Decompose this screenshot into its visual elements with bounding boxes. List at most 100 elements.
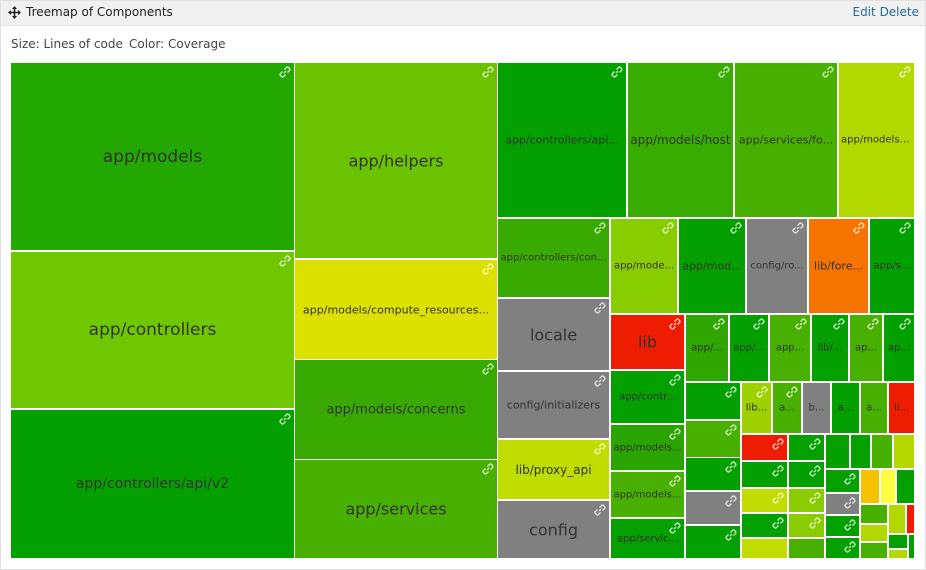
treemap-tile[interactable]: app/controllers/api... xyxy=(497,62,627,218)
treemap-tile[interactable]: app/models... xyxy=(610,424,685,471)
treemap-tile[interactable] xyxy=(880,469,896,504)
widget-title: Treemap of Components xyxy=(26,5,173,19)
treemap-tile[interactable]: app/services xyxy=(294,459,498,559)
tile-label: app/... xyxy=(691,342,723,354)
treemap-tile[interactable]: app/models... xyxy=(610,471,685,518)
treemap-tile[interactable] xyxy=(741,461,788,488)
treemap-tile[interactable]: app/helpers xyxy=(294,62,498,259)
treemap-tile[interactable]: lib/fore... xyxy=(808,218,869,314)
treemap-tile[interactable]: app/s... xyxy=(869,218,915,314)
tile-label: config xyxy=(529,520,578,539)
treemap-tile[interactable] xyxy=(860,542,888,559)
treemap-tile[interactable] xyxy=(741,538,788,559)
tile-label: app/s... xyxy=(873,260,911,272)
treemap-tile[interactable] xyxy=(893,434,915,469)
treemap-tile[interactable] xyxy=(825,515,860,537)
treemap-tile[interactable] xyxy=(871,434,893,469)
treemap-tile[interactable]: app/models/concerns xyxy=(294,359,498,460)
move-icon[interactable] xyxy=(8,6,21,19)
treemap-tile[interactable] xyxy=(825,434,850,469)
treemap-tile[interactable] xyxy=(888,534,908,549)
size-metric-label: Size: Lines of code xyxy=(11,37,123,51)
tile-label: app/models... xyxy=(613,442,682,453)
treemap-tile[interactable] xyxy=(741,513,788,538)
tile-label: a... xyxy=(837,402,854,414)
tile-label: app/... xyxy=(733,342,765,354)
treemap-tile[interactable] xyxy=(908,534,915,559)
treemap-tile[interactable]: li... xyxy=(888,382,915,434)
treemap-tile[interactable]: ap... xyxy=(849,314,883,382)
treemap-tile[interactable] xyxy=(825,469,860,493)
widget-actions: Edit Delete xyxy=(852,5,919,19)
tile-label: app... xyxy=(775,342,805,354)
treemap-tile[interactable] xyxy=(850,434,871,469)
treemap-tile[interactable]: a... xyxy=(831,382,860,434)
tile-label: app/controllers xyxy=(88,320,217,340)
treemap-tile[interactable] xyxy=(825,537,860,559)
treemap-tile[interactable] xyxy=(685,420,741,458)
treemap-tile[interactable]: app/models xyxy=(10,62,295,251)
treemap-tile[interactable]: app/mod... xyxy=(678,218,746,314)
treemap-tile[interactable]: ap... xyxy=(883,314,915,382)
treemap-tile[interactable] xyxy=(906,504,915,534)
treemap-tile[interactable] xyxy=(685,457,741,491)
treemap-tile[interactable]: app/services/fo... xyxy=(734,62,838,218)
treemap-tile[interactable]: app/models/host xyxy=(627,62,734,218)
treemap-tile[interactable]: locale xyxy=(497,298,610,371)
treemap-tile[interactable] xyxy=(888,504,906,534)
treemap-tile[interactable] xyxy=(685,382,741,420)
tile-label: lib/... xyxy=(817,342,843,354)
tile-label: a... xyxy=(866,402,882,414)
treemap-tile[interactable] xyxy=(788,538,825,559)
treemap-tile[interactable] xyxy=(788,461,825,488)
tile-label: app/models... xyxy=(613,489,682,500)
treemap-tile[interactable]: lib xyxy=(610,314,685,370)
treemap-tile[interactable] xyxy=(860,504,888,524)
treemap-tile[interactable]: config xyxy=(497,500,610,559)
treemap-tile[interactable]: app... xyxy=(769,314,811,382)
tile-label: app/services/fo... xyxy=(738,133,834,147)
treemap-tile[interactable]: a... xyxy=(860,382,888,434)
treemap-tile[interactable]: app/... xyxy=(729,314,769,382)
treemap-tile[interactable]: lib... xyxy=(741,382,772,434)
treemap-tile[interactable]: a... xyxy=(772,382,802,434)
treemap-tile[interactable] xyxy=(741,488,788,513)
treemap-tile[interactable]: app/controllers/api/v2 xyxy=(10,409,295,559)
treemap-tile[interactable] xyxy=(896,469,915,504)
treemap-tile[interactable]: lib/proxy_api xyxy=(497,439,610,500)
treemap-tile[interactable]: app/models/... xyxy=(838,62,915,218)
treemap-tile[interactable] xyxy=(788,434,825,461)
treemap-tile[interactable]: config/initializers xyxy=(497,371,610,439)
treemap-tile[interactable]: b... xyxy=(802,382,831,434)
treemap-tile[interactable] xyxy=(685,491,741,525)
treemap-tile[interactable] xyxy=(685,525,741,559)
tile-label: lib xyxy=(637,332,658,352)
treemap-tile[interactable] xyxy=(825,493,860,515)
treemap-tile[interactable]: app/... xyxy=(685,314,729,382)
widget-header: Treemap of Components Edit Delete xyxy=(1,1,925,26)
treemap-tile[interactable] xyxy=(860,469,880,504)
tile-label: app/services xyxy=(345,499,447,519)
tile-label: app/models/compute_resources... xyxy=(303,303,489,316)
treemap-tile[interactable]: app/controllers xyxy=(10,251,295,409)
treemap-tile[interactable] xyxy=(788,488,825,513)
treemap-tile[interactable]: app/servic... xyxy=(610,518,685,559)
tile-label: a... xyxy=(779,402,795,414)
tile-label: locale xyxy=(529,325,578,344)
treemap-tile[interactable]: app/mode... xyxy=(610,218,678,314)
treemap-tile[interactable] xyxy=(888,549,908,559)
treemap-tile[interactable]: app/controllers/con... xyxy=(497,218,610,298)
treemap-tile[interactable] xyxy=(860,524,888,542)
treemap-tile[interactable]: app/models/compute_resources... xyxy=(294,259,498,360)
tile-label: app/controllers/api/v2 xyxy=(75,476,230,492)
treemap-tile[interactable]: lib/... xyxy=(811,314,849,382)
treemap-tile[interactable]: config/ro... xyxy=(746,218,808,314)
edit-link[interactable]: Edit xyxy=(852,5,875,19)
treemap-tile[interactable]: app/contr... xyxy=(610,370,685,424)
treemap-tile[interactable] xyxy=(788,513,825,538)
tile-label: config/initializers xyxy=(506,398,601,412)
tile-label: ap... xyxy=(854,342,877,354)
treemap-tile[interactable] xyxy=(741,434,788,461)
tile-label: app/contr... xyxy=(619,391,676,403)
delete-link[interactable]: Delete xyxy=(880,5,919,19)
